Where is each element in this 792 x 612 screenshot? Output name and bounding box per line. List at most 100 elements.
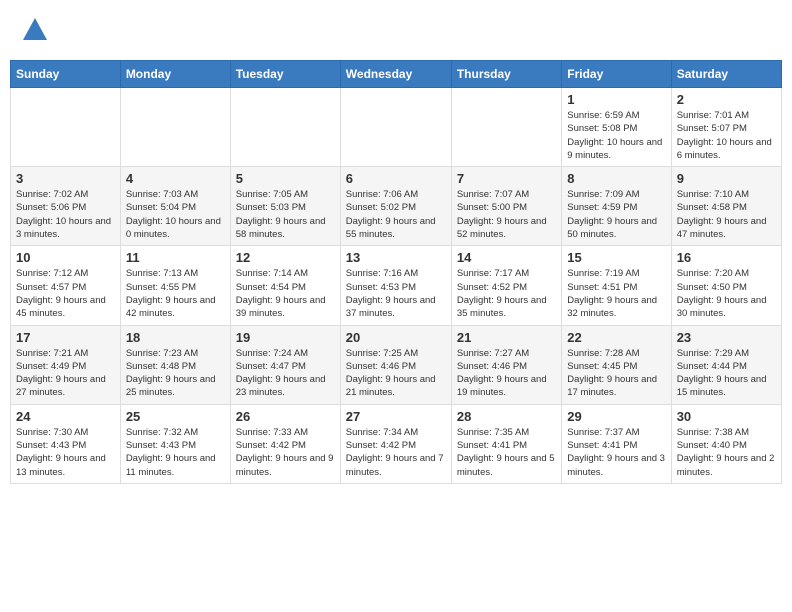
day-number: 4 (126, 171, 225, 186)
calendar-week-row: 1Sunrise: 6:59 AM Sunset: 5:08 PM Daylig… (11, 88, 782, 167)
day-number: 24 (16, 409, 115, 424)
day-info: Sunrise: 7:38 AM Sunset: 4:40 PM Dayligh… (677, 426, 776, 479)
calendar-cell: 22Sunrise: 7:28 AM Sunset: 4:45 PM Dayli… (562, 325, 671, 404)
day-info: Sunrise: 7:17 AM Sunset: 4:52 PM Dayligh… (457, 267, 556, 320)
calendar-cell: 21 Sunrise: 7:27 AM Sunset: 4:46 PM Dayli… (451, 325, 561, 404)
day-info: Sunrise: 7:09 AM Sunset: 4:59 PM Dayligh… (567, 188, 665, 241)
day-info: Sunrise: 7:13 AM Sunset: 4:55 PM Dayligh… (126, 267, 225, 320)
calendar-cell: 15 Sunrise: 7:19 AM Sunset: 4:51 PM Dayli… (562, 246, 671, 325)
day-number: 1 (567, 92, 665, 107)
calendar-cell: 23Sunrise: 7:29 AM Sunset: 4:44 PM Dayli… (671, 325, 781, 404)
calendar-cell: 7Sunrise: 7:07 AM Sunset: 5:00 PM Daylig… (451, 167, 561, 246)
calendar-cell: 8 Sunrise: 7:09 AM Sunset: 4:59 PM Daylig… (562, 167, 671, 246)
logo (20, 15, 54, 45)
day-number: 3 (16, 171, 115, 186)
calendar-cell: 17 Sunrise: 7:21 AM Sunset: 4:49 PM Dayli… (11, 325, 121, 404)
day-number: 27 (346, 409, 446, 424)
day-info: Sunrise: 7:27 AM Sunset: 4:46 PM Dayligh… (457, 347, 556, 400)
day-number: 6 (346, 171, 446, 186)
calendar-week-row: 10Sunrise: 7:12 AM Sunset: 4:57 PM Dayli… (11, 246, 782, 325)
calendar-week-row: 3 Sunrise: 7:02 AM Sunset: 5:06 PM Daylig… (11, 167, 782, 246)
day-info: Sunrise: 7:37 AM Sunset: 4:41 PM Dayligh… (567, 426, 665, 479)
day-info: Sunrise: 7:01 AM Sunset: 5:07 PM Dayligh… (677, 109, 776, 162)
day-number: 21 (457, 330, 556, 345)
day-info: Sunrise: 7:32 AM Sunset: 4:43 PM Dayligh… (126, 426, 225, 479)
calendar-cell (120, 88, 230, 167)
day-of-week-header: Friday (562, 61, 671, 88)
calendar-cell: 10Sunrise: 7:12 AM Sunset: 4:57 PM Dayli… (11, 246, 121, 325)
day-info: Sunrise: 7:29 AM Sunset: 4:44 PM Dayligh… (677, 347, 776, 400)
calendar-cell: 2 Sunrise: 7:01 AM Sunset: 5:07 PM Daylig… (671, 88, 781, 167)
day-number: 26 (236, 409, 335, 424)
day-info: Sunrise: 7:25 AM Sunset: 4:46 PM Dayligh… (346, 347, 446, 400)
calendar-cell: 24 Sunrise: 7:30 AM Sunset: 4:43 PM Dayli… (11, 404, 121, 483)
day-info: Sunrise: 7:30 AM Sunset: 4:43 PM Dayligh… (16, 426, 115, 479)
calendar-cell: 12Sunrise: 7:14 AM Sunset: 4:54 PM Dayli… (230, 246, 340, 325)
calendar-cell: 13Sunrise: 7:16 AM Sunset: 4:53 PM Dayli… (340, 246, 451, 325)
day-of-week-header: Wednesday (340, 61, 451, 88)
day-of-week-header: Monday (120, 61, 230, 88)
day-number: 16 (677, 250, 776, 265)
day-info: Sunrise: 7:19 AM Sunset: 4:51 PM Dayligh… (567, 267, 665, 320)
day-number: 12 (236, 250, 335, 265)
day-number: 5 (236, 171, 335, 186)
day-number: 14 (457, 250, 556, 265)
day-info: Sunrise: 7:03 AM Sunset: 5:04 PM Dayligh… (126, 188, 225, 241)
day-info: Sunrise: 7:34 AM Sunset: 4:42 PM Dayligh… (346, 426, 446, 479)
day-of-week-header: Thursday (451, 61, 561, 88)
calendar-cell: 16 Sunrise: 7:20 AM Sunset: 4:50 PM Dayli… (671, 246, 781, 325)
page-header (10, 10, 782, 50)
day-number: 17 (16, 330, 115, 345)
day-info: Sunrise: 7:35 AM Sunset: 4:41 PM Dayligh… (457, 426, 556, 479)
calendar-cell: 3 Sunrise: 7:02 AM Sunset: 5:06 PM Daylig… (11, 167, 121, 246)
calendar-cell: 11 Sunrise: 7:13 AM Sunset: 4:55 PM Dayli… (120, 246, 230, 325)
calendar-cell (11, 88, 121, 167)
calendar-cell: 4 Sunrise: 7:03 AM Sunset: 5:04 PM Daylig… (120, 167, 230, 246)
calendar-cell (230, 88, 340, 167)
day-info: Sunrise: 7:23 AM Sunset: 4:48 PM Dayligh… (126, 347, 225, 400)
calendar-cell (451, 88, 561, 167)
day-number: 20 (346, 330, 446, 345)
calendar-table: SundayMondayTuesdayWednesdayThursdayFrid… (10, 60, 782, 484)
calendar-cell: 25 Sunrise: 7:32 AM Sunset: 4:43 PM Dayli… (120, 404, 230, 483)
day-info: Sunrise: 7:02 AM Sunset: 5:06 PM Dayligh… (16, 188, 115, 241)
calendar-cell: 28 Sunrise: 7:35 AM Sunset: 4:41 PM Dayli… (451, 404, 561, 483)
calendar-cell: 29Sunrise: 7:37 AM Sunset: 4:41 PM Dayli… (562, 404, 671, 483)
day-info: Sunrise: 7:10 AM Sunset: 4:58 PM Dayligh… (677, 188, 776, 241)
day-info: Sunrise: 7:06 AM Sunset: 5:02 PM Dayligh… (346, 188, 446, 241)
calendar-header-row: SundayMondayTuesdayWednesdayThursdayFrid… (11, 61, 782, 88)
day-number: 11 (126, 250, 225, 265)
day-number: 22 (567, 330, 665, 345)
day-number: 8 (567, 171, 665, 186)
day-of-week-header: Sunday (11, 61, 121, 88)
logo-icon (20, 15, 50, 45)
day-info: Sunrise: 7:33 AM Sunset: 4:42 PM Dayligh… (236, 426, 335, 479)
calendar-cell: 9 Sunrise: 7:10 AM Sunset: 4:58 PM Daylig… (671, 167, 781, 246)
day-number: 28 (457, 409, 556, 424)
calendar-cell: 20 Sunrise: 7:25 AM Sunset: 4:46 PM Dayli… (340, 325, 451, 404)
calendar-cell: 5 Sunrise: 7:05 AM Sunset: 5:03 PM Daylig… (230, 167, 340, 246)
day-number: 18 (126, 330, 225, 345)
day-info: Sunrise: 7:12 AM Sunset: 4:57 PM Dayligh… (16, 267, 115, 320)
day-info: Sunrise: 7:21 AM Sunset: 4:49 PM Dayligh… (16, 347, 115, 400)
calendar-week-row: 17 Sunrise: 7:21 AM Sunset: 4:49 PM Dayli… (11, 325, 782, 404)
calendar-cell: 19 Sunrise: 7:24 AM Sunset: 4:47 PM Dayli… (230, 325, 340, 404)
day-of-week-header: Saturday (671, 61, 781, 88)
day-number: 30 (677, 409, 776, 424)
calendar-cell: 26 Sunrise: 7:33 AM Sunset: 4:42 PM Dayli… (230, 404, 340, 483)
day-number: 15 (567, 250, 665, 265)
calendar-cell: 18 Sunrise: 7:23 AM Sunset: 4:48 PM Dayli… (120, 325, 230, 404)
day-of-week-header: Tuesday (230, 61, 340, 88)
day-number: 9 (677, 171, 776, 186)
day-number: 19 (236, 330, 335, 345)
calendar-week-row: 24 Sunrise: 7:30 AM Sunset: 4:43 PM Dayli… (11, 404, 782, 483)
calendar-cell (340, 88, 451, 167)
day-info: Sunrise: 7:20 AM Sunset: 4:50 PM Dayligh… (677, 267, 776, 320)
day-number: 25 (126, 409, 225, 424)
day-info: Sunrise: 7:24 AM Sunset: 4:47 PM Dayligh… (236, 347, 335, 400)
day-number: 2 (677, 92, 776, 107)
day-number: 7 (457, 171, 556, 186)
day-number: 13 (346, 250, 446, 265)
calendar-cell: 14 Sunrise: 7:17 AM Sunset: 4:52 PM Dayli… (451, 246, 561, 325)
day-info: Sunrise: 7:05 AM Sunset: 5:03 PM Dayligh… (236, 188, 335, 241)
